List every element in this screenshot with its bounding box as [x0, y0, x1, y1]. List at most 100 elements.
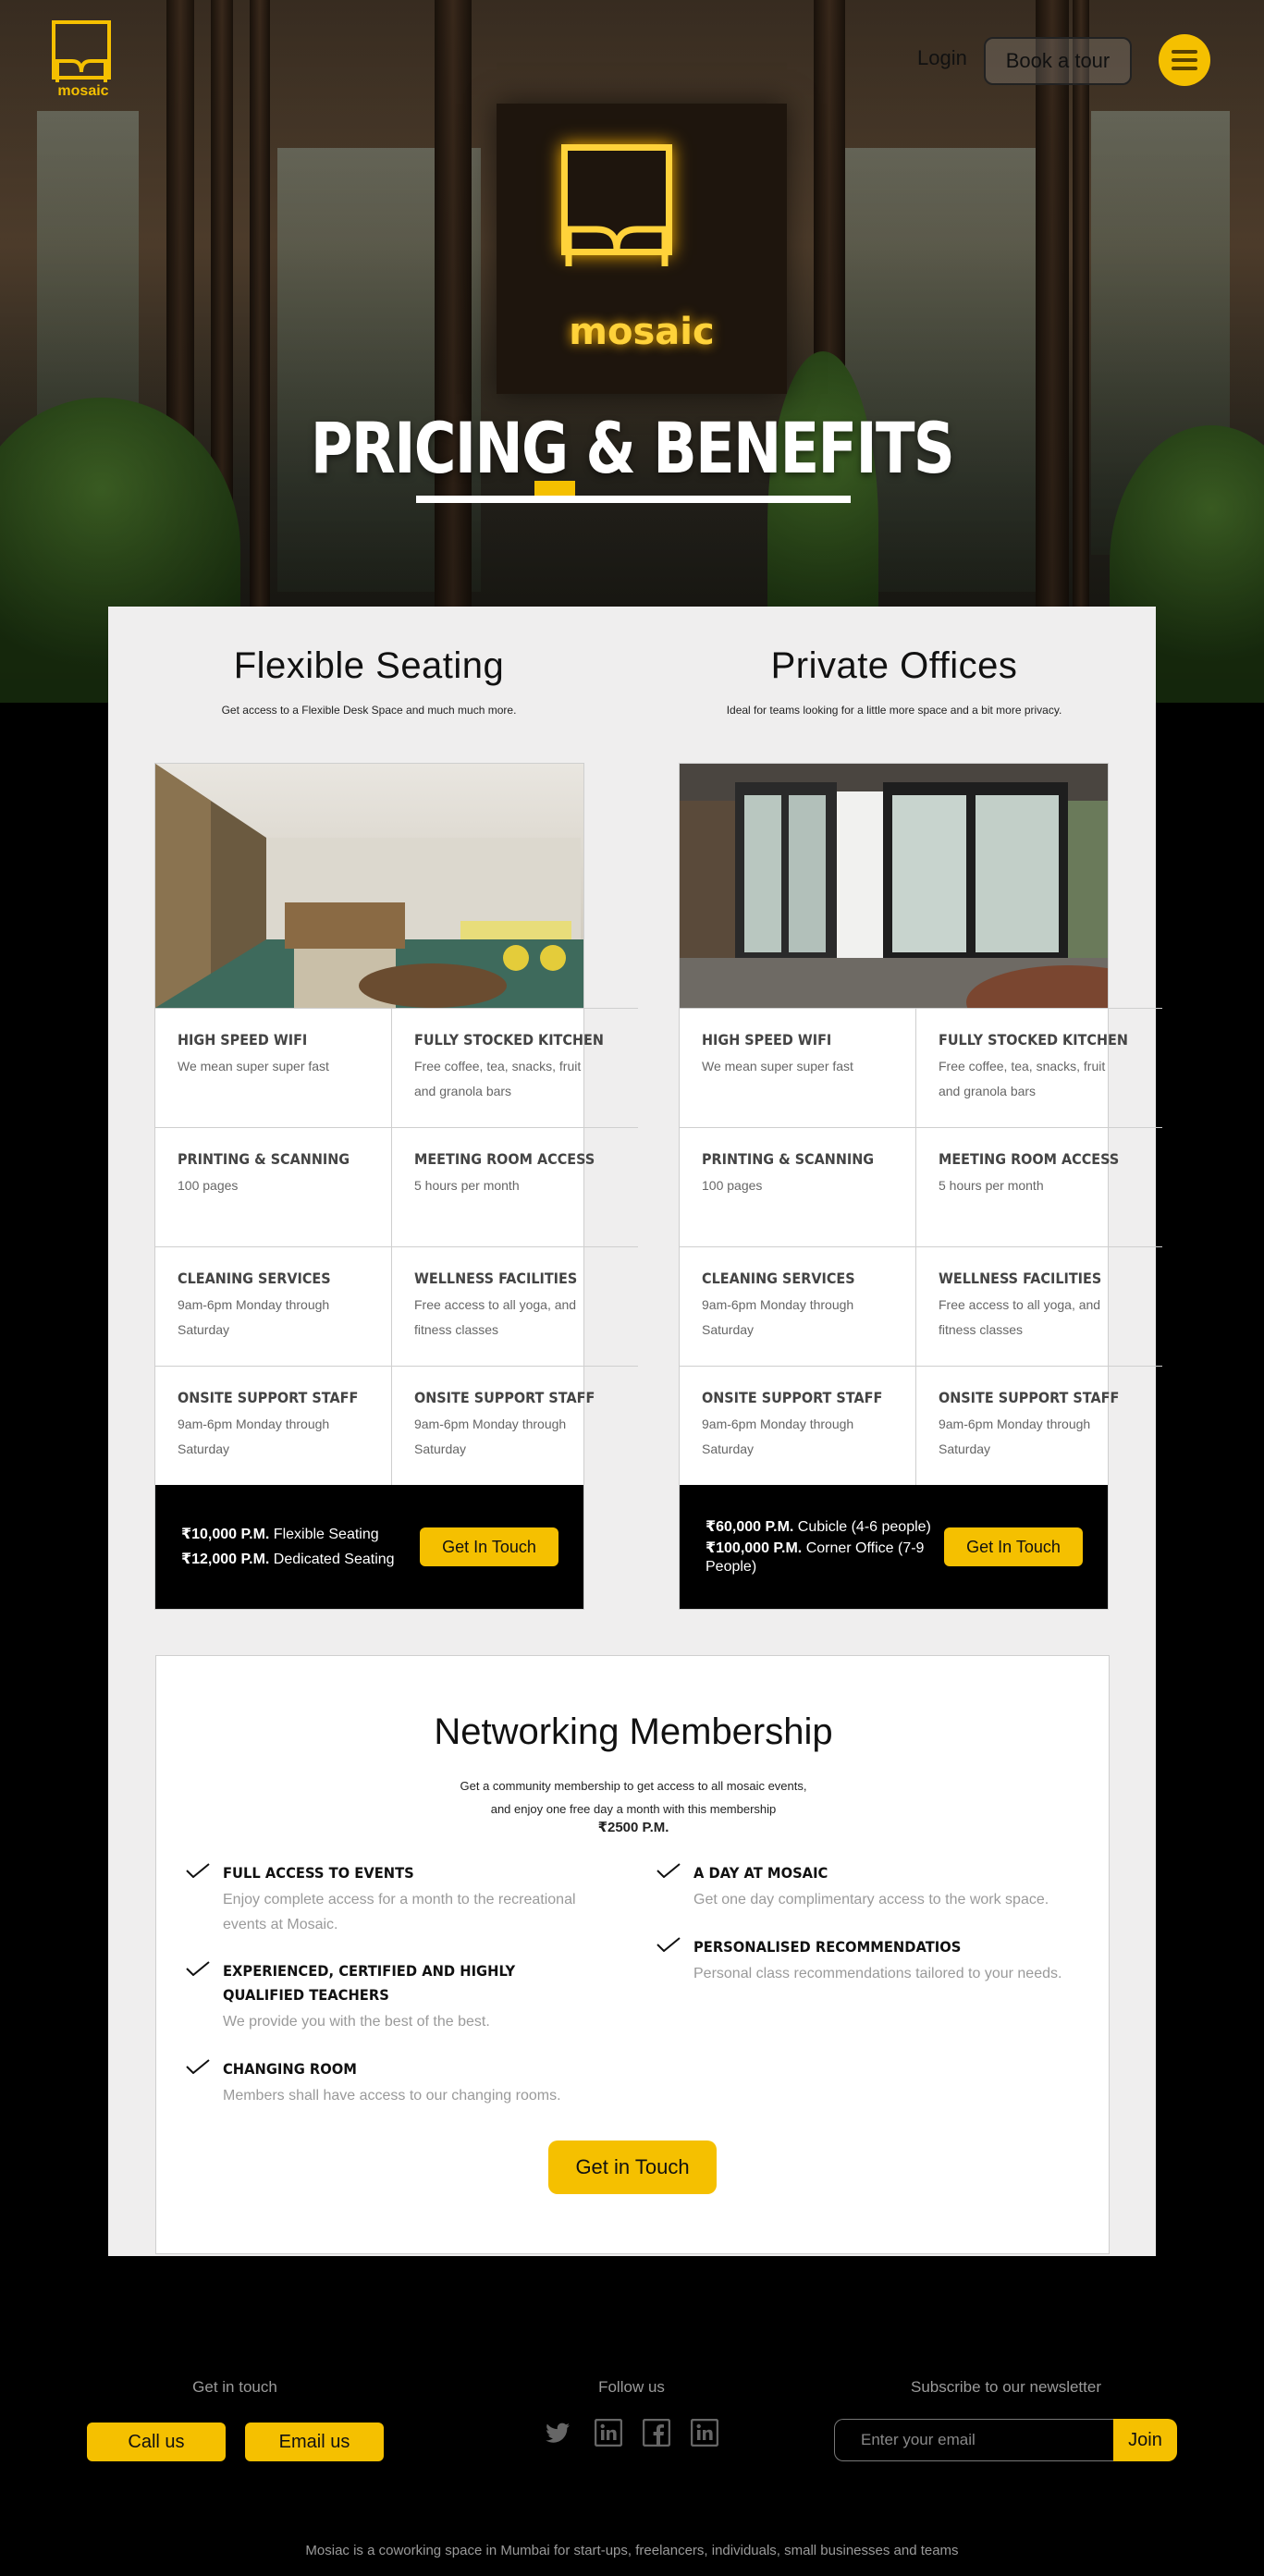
networking-membership-card: Networking Membership Get a community me…	[155, 1655, 1110, 2254]
feature-title: A DAY AT MOSAIC	[693, 1864, 828, 1882]
feature-title: MEETING ROOM ACCESS	[938, 1150, 1120, 1168]
membership-fee: ₹2500 P.M.	[597, 1820, 669, 1835]
feature-desc: Free access to all yoga, and fitness cla…	[413, 1297, 577, 1337]
sign-m-glyph	[565, 226, 669, 266]
feature-desc: Free coffee, tea, snacks, fruit and gran…	[938, 1059, 1106, 1098]
feature-cell: WELLNESS FACILITIES Free access to all yo…	[915, 1246, 1162, 1366]
login-link[interactable]: Login	[917, 46, 967, 70]
feature-title: PRINTING & SCANNING	[702, 1150, 875, 1168]
get-in-touch-button[interactable]: Get In Touch	[944, 1527, 1083, 1566]
get-in-touch-button[interactable]: Get In Touch	[420, 1527, 558, 1566]
feature-title: FULLY STOCKED KITCHEN	[413, 1031, 604, 1049]
feature-grid: HIGH SPEED WIFI We mean super super fast …	[680, 1008, 1162, 1485]
plan-header-flexible: Flexible Seating Get access to a Flexibl…	[110, 645, 628, 717]
feature-desc: We provide you with the best of the best…	[223, 2014, 490, 2030]
feature-grid: HIGH SPEED WIFI We mean super super fast …	[155, 1008, 638, 1485]
feature-desc: We mean super super fast	[702, 1059, 853, 1073]
feature-desc: We mean super super fast	[178, 1059, 329, 1073]
feature-title: EXPERIENCED, CERTIFIED AND HIGHLY QUALIF…	[223, 1962, 516, 2004]
plan-card-flexible: HIGH SPEED WIFI We mean super super fast …	[154, 763, 638, 1610]
plan-header-private: Private Offices Ideal for teams looking …	[635, 645, 1153, 717]
get-in-touch-button[interactable]: Get in Touch	[548, 2141, 717, 2194]
feature-cell: FULLY STOCKED KITCHEN Free coffee, tea, s…	[915, 1008, 1162, 1127]
mosaic-sign: mosaic	[497, 104, 787, 394]
price-label: Cubicle (4-6 people)	[797, 1519, 931, 1535]
membership-feature: FULL ACCESS TO EVENTS Enjoy complete acc…	[186, 1861, 620, 1937]
linkedin-icon[interactable]	[691, 2419, 718, 2447]
hamburger-icon[interactable]	[1159, 34, 1210, 86]
newsletter-email-input[interactable]	[834, 2419, 1113, 2461]
membership-feature: CHANGING ROOM Members shall have access …	[186, 2057, 620, 2108]
feature-desc: 100 pages	[702, 1178, 763, 1193]
price-list: ₹10,000 P.M. Flexible Seating ₹12,000 P.…	[181, 1522, 395, 1572]
membership-feature: PERSONALISED RECOMMENDATIOS Personal cla…	[657, 1935, 1091, 1986]
feature-cell: CLEANING SERVICES 9am-6pm Monday through …	[680, 1246, 916, 1366]
call-us-button[interactable]: Call us	[87, 2423, 226, 2461]
feature-title: ONSITE SUPPORT STAFF	[178, 1389, 359, 1406]
feature-title: WELLNESS FACILITIES	[413, 1270, 578, 1287]
newsletter-label: Subscribe to our newsletter	[911, 2378, 1101, 2396]
logo-wordmark: mosaic	[57, 83, 109, 99]
feature-cell: ONSITE SUPPORT STAFF 9am-6pm Monday throu…	[391, 1366, 638, 1485]
feature-desc: Members shall have access to our changin…	[223, 2088, 561, 2104]
title-underline-accent	[534, 481, 575, 496]
feature-desc: 100 pages	[178, 1178, 239, 1193]
feature-cell: MEETING ROOM ACCESS 5 hours per month	[915, 1127, 1162, 1246]
feature-desc: Get one day complimentary access to the …	[693, 1892, 1049, 1907]
feature-cell: FULLY STOCKED KITCHEN Free coffee, tea, s…	[391, 1008, 638, 1127]
book-tour-button[interactable]: Book a tour	[984, 37, 1132, 85]
feature-desc: Free coffee, tea, snacks, fruit and gran…	[413, 1059, 582, 1098]
page-title: PRICING & BENEFITS	[310, 407, 955, 489]
feature-cell: PRINTING & SCANNING 100 pages	[680, 1127, 916, 1246]
twitter-icon[interactable]	[544, 2419, 571, 2447]
feature-desc: 5 hours per month	[413, 1178, 520, 1193]
feature-title: ONSITE SUPPORT STAFF	[702, 1389, 883, 1406]
feature-title: MEETING ROOM ACCESS	[413, 1150, 595, 1168]
plan-title: Flexible Seating	[233, 645, 505, 686]
feature-title: ONSITE SUPPORT STAFF	[938, 1389, 1120, 1406]
price-amount: ₹12,000 P.M.	[181, 1552, 270, 1567]
coworking-photo	[155, 764, 583, 1008]
feature-desc: 9am-6pm Monday through Saturday	[702, 1297, 854, 1337]
feature-title: HIGH SPEED WIFI	[178, 1031, 308, 1049]
sign-wordmark: mosaic	[569, 311, 715, 353]
contact-label: Get in touch	[192, 2378, 277, 2396]
feature-desc: Free access to all yoga, and fitness cla…	[938, 1297, 1101, 1337]
feature-cell: ONSITE SUPPORT STAFF 9am-6pm Monday throu…	[155, 1366, 392, 1485]
check-icon	[186, 2059, 210, 2074]
plan-card-private: HIGH SPEED WIFI We mean super super fast …	[679, 763, 1162, 1610]
price-bar: ₹10,000 P.M. Flexible Seating ₹12,000 P.…	[155, 1485, 583, 1609]
price-amount: ₹60,000 P.M.	[706, 1519, 794, 1535]
feature-cell: HIGH SPEED WIFI We mean super super fast	[680, 1008, 916, 1127]
feature-desc: 5 hours per month	[938, 1178, 1044, 1193]
price-label: Dedicated Seating	[273, 1552, 395, 1567]
feature-desc: 9am-6pm Monday through Saturday	[178, 1297, 330, 1337]
feature-cell: HIGH SPEED WIFI We mean super super fast	[155, 1008, 392, 1127]
feature-cell: ONSITE SUPPORT STAFF 9am-6pm Monday throu…	[915, 1366, 1162, 1485]
feature-desc: 9am-6pm Monday through Saturday	[938, 1417, 1091, 1456]
membership-feature: A DAY AT MOSAIC Get one day complimentar…	[657, 1861, 1091, 1912]
feature-title: PERSONALISED RECOMMENDATIOS	[693, 1938, 962, 1956]
linkedin-icon[interactable]	[595, 2419, 622, 2447]
footer-note: Mosiac is a coworking space in Mumbai fo…	[305, 2543, 959, 2558]
membership-feature: EXPERIENCED, CERTIFIED AND HIGHLY QUALIF…	[186, 1959, 620, 2034]
feature-desc: 9am-6pm Monday through Saturday	[413, 1417, 567, 1456]
join-button[interactable]: Join	[1113, 2419, 1177, 2461]
check-icon	[186, 1961, 210, 1976]
email-us-button[interactable]: Email us	[245, 2423, 384, 2461]
feature-title: WELLNESS FACILITIES	[938, 1270, 1102, 1287]
feature-desc: Personal class recommendations tailored …	[693, 1966, 1062, 1981]
hero-banner: mosaic PRICING & BENEFITS	[0, 0, 1264, 703]
office-photo	[680, 764, 1108, 1008]
price-label: Flexible Seating	[273, 1527, 379, 1542]
section-description: Get a community membership to get access…	[460, 1779, 807, 1816]
section-title: Networking Membership	[434, 1711, 833, 1752]
facebook-icon[interactable]	[643, 2419, 670, 2447]
feature-desc: 9am-6pm Monday through Saturday	[178, 1417, 330, 1456]
feature-title: CHANGING ROOM	[223, 2060, 357, 2078]
feature-cell: MEETING ROOM ACCESS 5 hours per month	[391, 1127, 638, 1246]
feature-desc: 9am-6pm Monday through Saturday	[702, 1417, 854, 1456]
follow-label: Follow us	[598, 2378, 665, 2396]
price-amount: ₹10,000 P.M.	[181, 1527, 270, 1542]
brand-logo[interactable]: mosaic	[50, 20, 117, 104]
